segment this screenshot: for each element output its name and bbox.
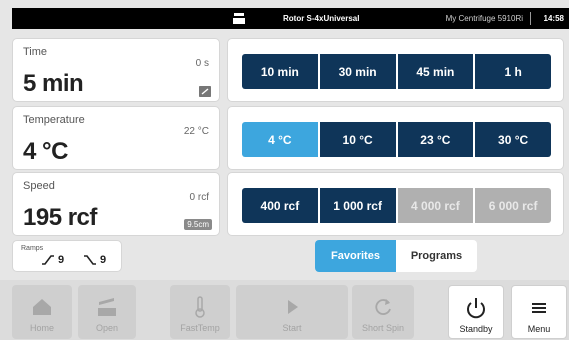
temperature-preset-group: 4 °C 10 °C 23 °C 30 °C bbox=[242, 122, 551, 157]
menu-label: Menu bbox=[527, 324, 551, 334]
ramp-up-icon bbox=[42, 255, 54, 265]
time-preset-group: 10 min 30 min 45 min 1 h bbox=[242, 54, 551, 89]
temperature-actual: 22 °C bbox=[183, 126, 209, 137]
temperature-card[interactable]: Temperature 22 °C 4 °C bbox=[12, 106, 220, 170]
start-label: Start bbox=[282, 323, 302, 333]
speed-preset-button: 6 000 rcf bbox=[475, 188, 551, 223]
ramp-up: 9 bbox=[41, 254, 64, 266]
temperature-preset-button[interactable]: 23 °C bbox=[397, 122, 474, 157]
tab-favorites[interactable]: Favorites bbox=[315, 240, 396, 272]
time-card[interactable]: Time 0 s 5 min bbox=[12, 38, 220, 102]
temperature-preset-button[interactable]: 4 °C bbox=[242, 122, 318, 157]
open-label: Open bbox=[95, 323, 119, 333]
ramp-down: 9 bbox=[83, 254, 106, 266]
lid-open-icon bbox=[98, 298, 116, 316]
rotor-name: Rotor S-4xUniversal bbox=[283, 14, 360, 23]
temperature-presets-panel: 4 °C 10 °C 23 °C 30 °C bbox=[227, 106, 564, 170]
ramps-card[interactable]: Ramps 9 9 bbox=[12, 240, 122, 272]
menu-button[interactable]: Menu bbox=[511, 285, 567, 339]
ramp-down-value: 9 bbox=[100, 254, 107, 266]
standby-button[interactable]: Standby bbox=[448, 285, 504, 339]
standby-label: Standby bbox=[459, 324, 493, 334]
time-preset-button[interactable]: 10 min bbox=[242, 54, 318, 89]
home-icon bbox=[33, 299, 51, 315]
time-actual: 0 s bbox=[195, 58, 209, 69]
time-value: 5 min bbox=[23, 70, 84, 97]
tab-programs[interactable]: Programs bbox=[396, 240, 477, 272]
time-preset-button[interactable]: 45 min bbox=[397, 54, 474, 89]
fasttemp-label: FastTemp bbox=[180, 323, 220, 333]
speed-preset-button[interactable]: 400 rcf bbox=[242, 188, 318, 223]
speed-preset-group: 400 rcf 1 000 rcf 4 000 rcf 6 000 rcf bbox=[242, 188, 551, 223]
start-button[interactable]: Start bbox=[236, 285, 348, 339]
home-label: Home bbox=[29, 323, 54, 333]
ramps-label: Ramps bbox=[21, 245, 44, 252]
time-presets-panel: 10 min 30 min 45 min 1 h bbox=[227, 38, 564, 102]
home-button[interactable]: Home bbox=[12, 285, 72, 339]
status-bar: Rotor S-4xUniversal My Centrifuge 5910Ri… bbox=[12, 8, 569, 29]
play-icon bbox=[288, 300, 298, 314]
device-name: My Centrifuge 5910Ri bbox=[445, 14, 523, 23]
temperature-value: 4 °C bbox=[23, 138, 68, 165]
lid-icon bbox=[233, 13, 245, 24]
speed-preset-button[interactable]: 1 000 rcf bbox=[319, 188, 396, 223]
speed-label: Speed bbox=[23, 180, 55, 192]
ramp-down-icon bbox=[84, 255, 96, 265]
temperature-preset-button[interactable]: 10 °C bbox=[319, 122, 396, 157]
refresh-icon bbox=[375, 299, 391, 315]
hold-icon bbox=[199, 86, 211, 97]
time-label: Time bbox=[23, 46, 48, 58]
bottom-bar: Home Open FastTemp Start Short Spin Stan… bbox=[0, 280, 569, 340]
speed-card[interactable]: Speed 0 rcf 195 rcf 9.5cm bbox=[12, 172, 220, 236]
time-preset-button[interactable]: 30 min bbox=[319, 54, 396, 89]
radius-badge: 9.5cm bbox=[184, 219, 212, 230]
open-button[interactable]: Open bbox=[78, 285, 136, 339]
power-icon bbox=[467, 298, 485, 319]
status-divider bbox=[530, 12, 531, 25]
fasttemp-button[interactable]: FastTemp bbox=[170, 285, 230, 339]
menu-icon bbox=[532, 303, 546, 313]
temperature-preset-button[interactable]: 30 °C bbox=[475, 122, 551, 157]
speed-preset-button: 4 000 rcf bbox=[397, 188, 474, 223]
speed-value: 195 rcf bbox=[23, 204, 97, 231]
temperature-label: Temperature bbox=[23, 114, 85, 126]
ramp-up-value: 9 bbox=[58, 254, 65, 266]
speed-actual: 0 rcf bbox=[189, 192, 209, 203]
short-spin-label: Short Spin bbox=[361, 323, 405, 333]
thermometer-icon bbox=[195, 296, 205, 318]
time-preset-button[interactable]: 1 h bbox=[475, 54, 551, 89]
list-toggle: Favorites Programs bbox=[315, 240, 477, 272]
short-spin-button[interactable]: Short Spin bbox=[352, 285, 414, 339]
speed-presets-panel: 400 rcf 1 000 rcf 4 000 rcf 6 000 rcf bbox=[227, 172, 564, 236]
clock: 14:58 bbox=[543, 14, 564, 23]
